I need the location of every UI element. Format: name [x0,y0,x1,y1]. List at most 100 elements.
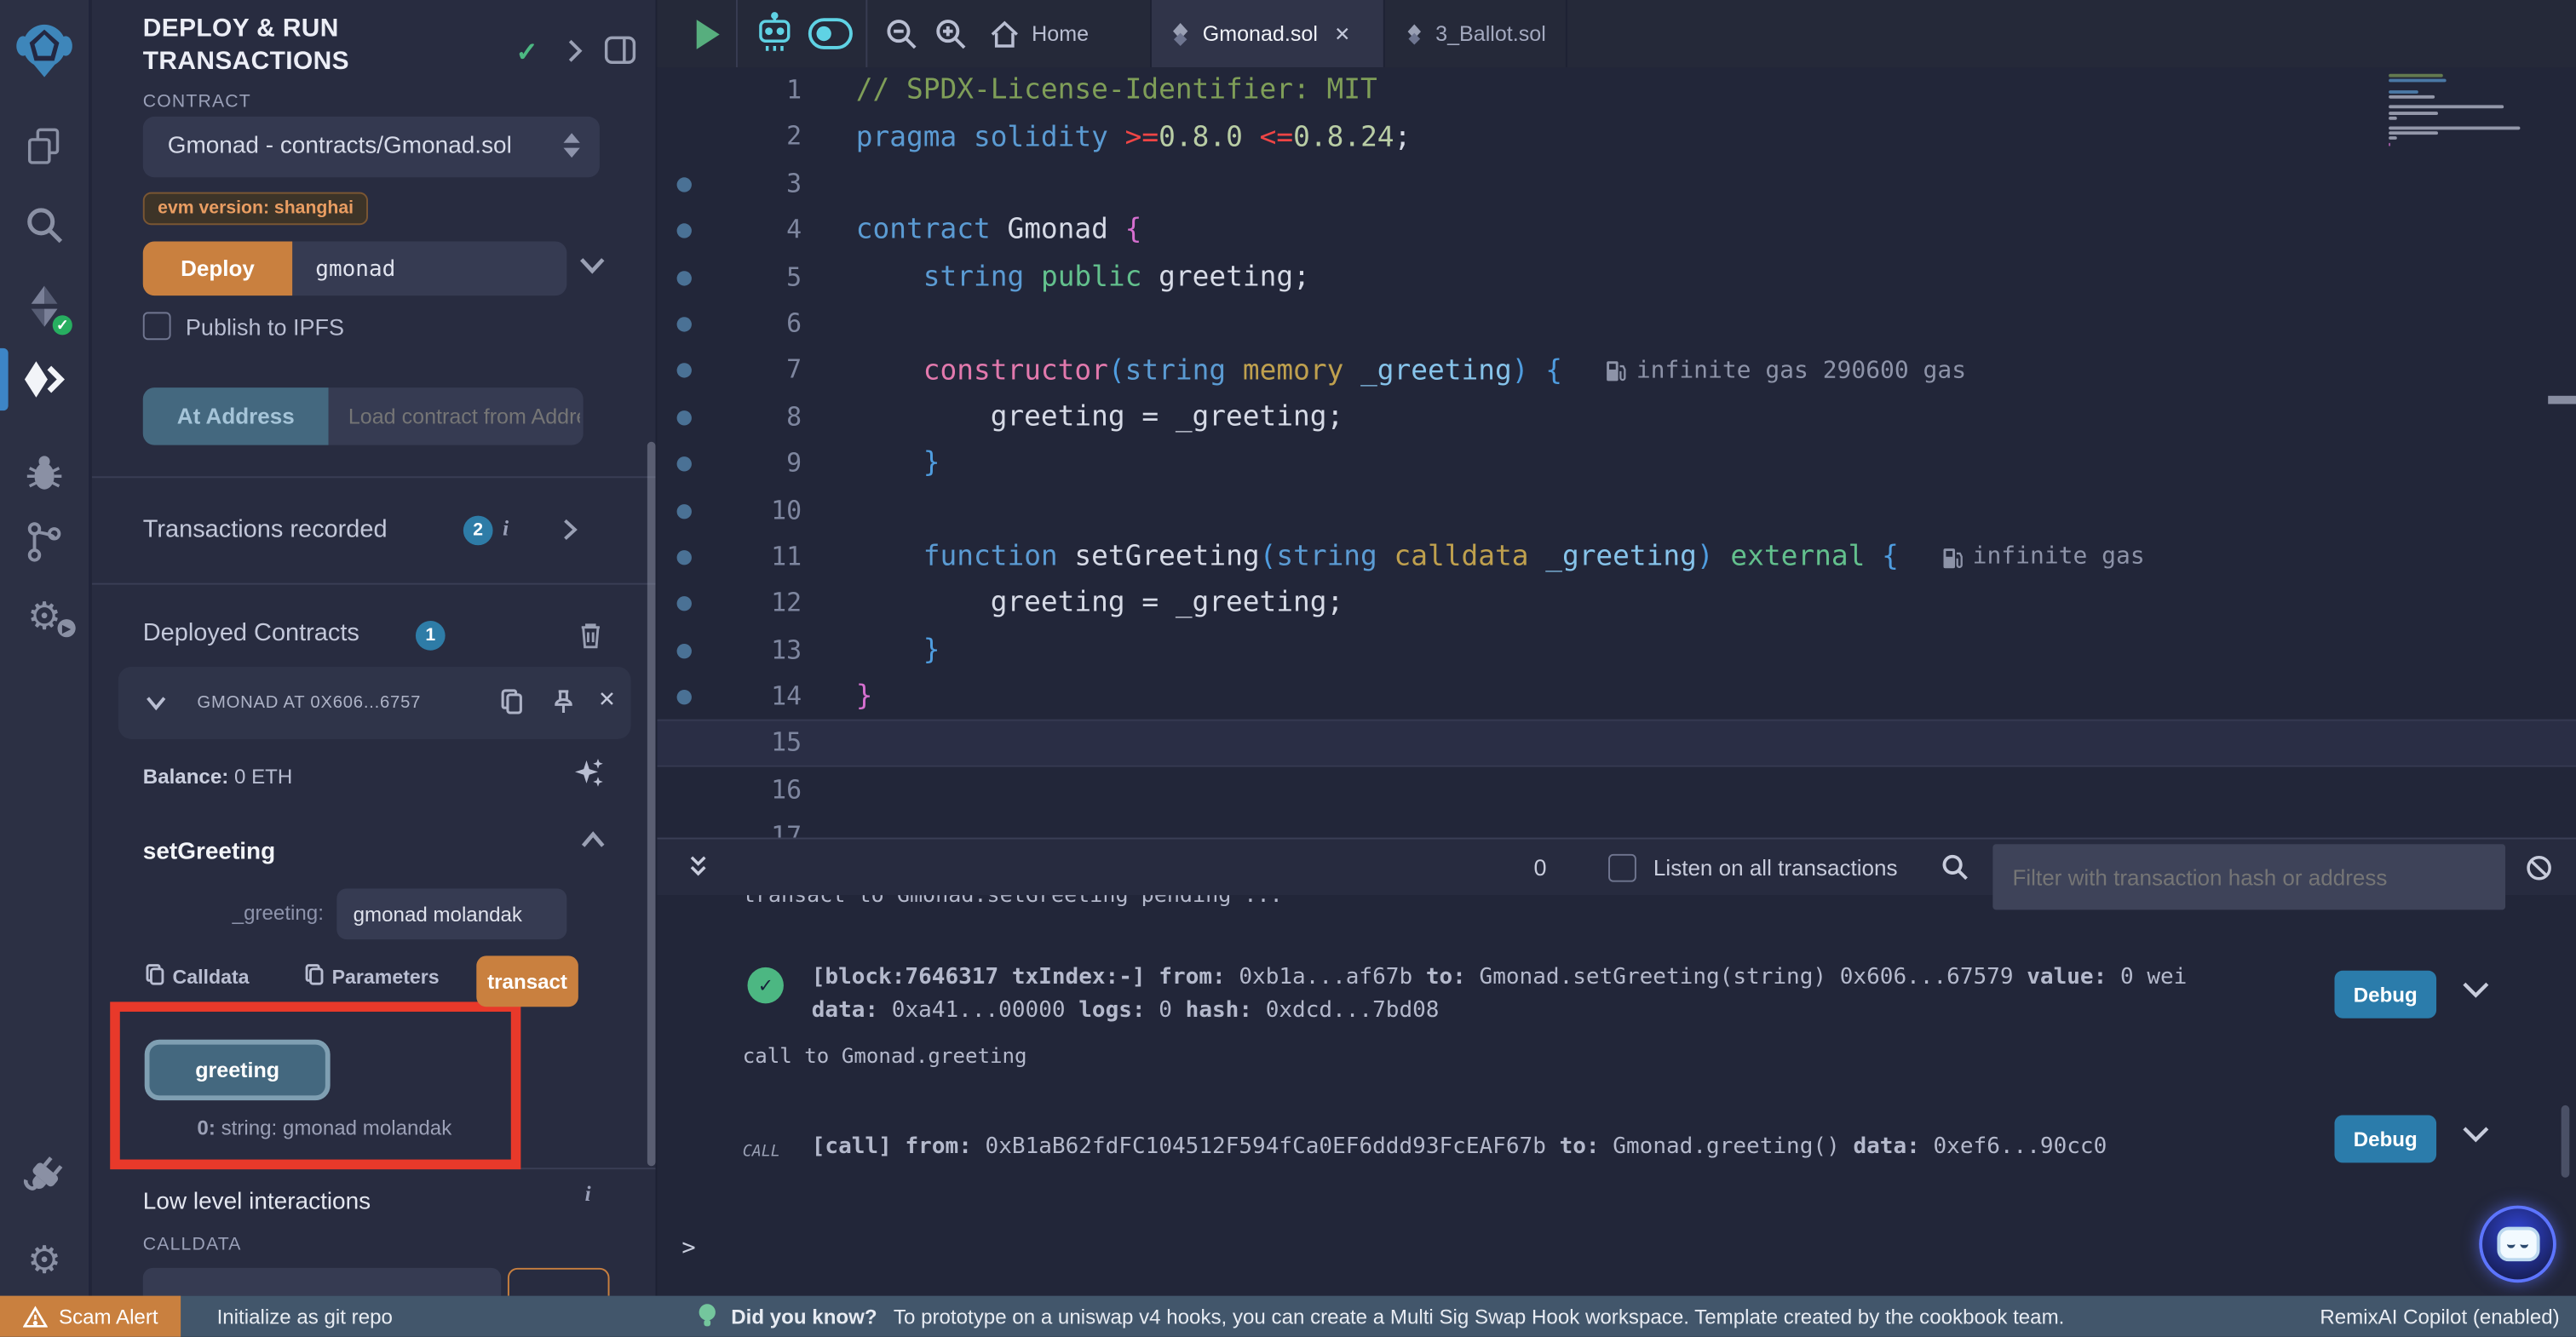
terminal-filter-input[interactable] [1992,844,2505,910]
constructor-arg-input[interactable] [292,241,566,296]
deploy-and-run-icon[interactable] [0,355,89,405]
greeting-param-input[interactable] [336,888,566,939]
transactions-expand-icon[interactable] [562,517,580,542]
low-level-calldata-input[interactable] [143,1268,501,1296]
terminal-prompt[interactable]: > [681,1235,695,1261]
listen-all-checkbox[interactable] [1609,853,1637,881]
code-text: string public greeting; [856,261,1310,294]
code-line[interactable]: 13 } [657,627,2576,674]
select-updown-icon [563,133,579,158]
tab-3-ballot-sol[interactable]: 3_Ballot.sol [1387,0,1567,67]
publish-ipfs-checkbox[interactable] [143,312,171,340]
code-line[interactable]: 10 [657,487,2576,534]
debug-button[interactable]: Debug [2334,971,2436,1019]
code-token: 0.8.24 [1293,121,1394,154]
code-line[interactable]: 17 [657,813,2576,837]
tab-gmonad-sol[interactable]: Gmonad.sol ✕ [1150,0,1385,67]
code-line[interactable]: 3 [657,161,2576,208]
file-explorer-icon[interactable] [0,122,89,175]
pin-icon[interactable] [550,688,577,716]
code-line[interactable]: 11 function setGreeting(string calldata … [657,534,2576,581]
code-token: 0.8.0 [1159,121,1243,154]
remix-ai-fab[interactable] [2479,1206,2556,1283]
code-line[interactable]: 14} [657,674,2576,720]
remix-logo-icon[interactable] [0,20,89,82]
copilot-status-label[interactable]: RemixAI Copilot (enabled) [2320,1305,2559,1328]
run-script-button[interactable] [697,0,720,67]
deployed-instance-card[interactable]: GMONAD AT 0X606...6757 ✕ [118,667,631,739]
search-icon[interactable] [0,200,89,250]
code-token: } [856,680,873,714]
terminal-header: 0 Listen on all transactions [657,838,2576,895]
parameters-button[interactable]: Parameters [332,966,440,989]
minimap-line [2389,132,2439,135]
init-git-repo-button[interactable]: Initialize as git repo [217,1305,393,1328]
terminal-body[interactable]: transact to Gmonad.setGreeting pending .… [657,895,2576,1296]
at-address-input[interactable] [329,387,584,445]
editor-scrollbar-thumb[interactable] [2548,396,2576,405]
instance-collapse-icon[interactable] [145,695,168,711]
call-expand-icon[interactable] [2461,1125,2491,1145]
trash-icon[interactable] [578,621,603,649]
low-level-transact-button[interactable] [508,1268,610,1296]
code-line[interactable]: 5 string public greeting; [657,254,2576,301]
terminal-scrollbar-thumb[interactable] [2562,1105,2570,1178]
code-line[interactable]: 7 constructor(string memory _greeting) {… [657,347,2576,394]
tx-log-entry[interactable]: [block:7646317 txIndex:-] from: 0xb1a...… [812,962,2188,1026]
tx-expand-icon[interactable] [2461,980,2491,1000]
code-line[interactable]: 15 [657,720,2576,767]
code-line[interactable]: 9 } [657,440,2576,487]
instance-close-icon[interactable]: ✕ [598,686,616,713]
code-line[interactable]: 6 [657,301,2576,347]
zoom-in-icon[interactable] [933,0,969,67]
copy-icon[interactable] [499,688,524,716]
settings-icon[interactable]: ⚙ [0,1235,89,1284]
copy-calldata-icon[interactable] [145,962,166,987]
zoom-out-icon[interactable] [884,0,920,67]
panel-scrollbar[interactable] [647,442,656,1166]
plugin-manager-icon[interactable] [0,1150,89,1202]
remix-ai-assistant-button[interactable] [754,0,795,67]
panel-forward-icon[interactable] [565,37,584,64]
code-line[interactable]: 8 greeting = _greeting; [657,393,2576,440]
git-icon[interactable] [0,519,89,565]
code-line[interactable]: 1// SPDX-License-Identifier: MIT [657,67,2576,114]
terminal-text-segment: data: [812,996,878,1023]
solidity-compiler-icon[interactable]: ✓ [0,283,89,332]
code-line[interactable]: 2pragma solidity >=0.8.0 <=0.8.24; [657,114,2576,161]
contract-select[interactable]: Gmonad - contracts/Gmonad.sol [143,117,600,177]
low-level-info-icon[interactable]: i [585,1181,591,1208]
balance-value: 0 ETH [228,766,292,789]
code-token: <= [1260,121,1294,154]
sparkle-icon[interactable] [573,757,607,790]
minimap[interactable] [2389,72,2537,164]
debug-button[interactable]: Debug [2334,1115,2436,1162]
minimap-line [2389,116,2397,119]
home-tab[interactable]: Home [989,0,1089,67]
transact-button[interactable]: transact [476,955,578,1007]
call-log-entry[interactable]: [call] from: 0xB1aB62fdFC104512F594fCa0E… [812,1133,2107,1160]
deploy-button[interactable]: Deploy [143,241,292,296]
minimap-line [2389,95,2435,99]
tab-close-icon[interactable]: ✕ [1334,22,1350,45]
compiler-runner-icon[interactable]: ⚙ ▶ [0,591,89,640]
at-address-button[interactable]: At Address [143,387,329,445]
scam-alert-button[interactable]: Scam Alert [0,1296,181,1337]
code-line[interactable]: 12 greeting = _greeting; [657,580,2576,627]
calldata-button[interactable]: Calldata [172,966,249,989]
code-line[interactable]: 4contract Gmonad { [657,207,2576,254]
debugger-icon[interactable] [0,450,89,496]
copilot-toggle-icon[interactable] [808,0,853,67]
terminal-collapse-icon[interactable] [687,854,710,881]
code-line[interactable]: 16 [657,766,2576,813]
pin-panel-icon[interactable] [605,36,636,64]
transactions-info-icon[interactable]: i [503,516,509,542]
code-token [856,541,923,574]
code-editor[interactable]: 1// SPDX-License-Identifier: MIT2pragma … [657,67,2576,837]
deploy-expand-icon[interactable] [578,256,607,274]
copy-parameters-icon[interactable] [304,962,325,987]
terminal-text-segment: from: [1159,964,1225,990]
clear-console-icon[interactable] [2525,853,2553,881]
function-collapse-icon[interactable] [580,831,607,849]
terminal-search-icon[interactable] [1941,852,1970,882]
